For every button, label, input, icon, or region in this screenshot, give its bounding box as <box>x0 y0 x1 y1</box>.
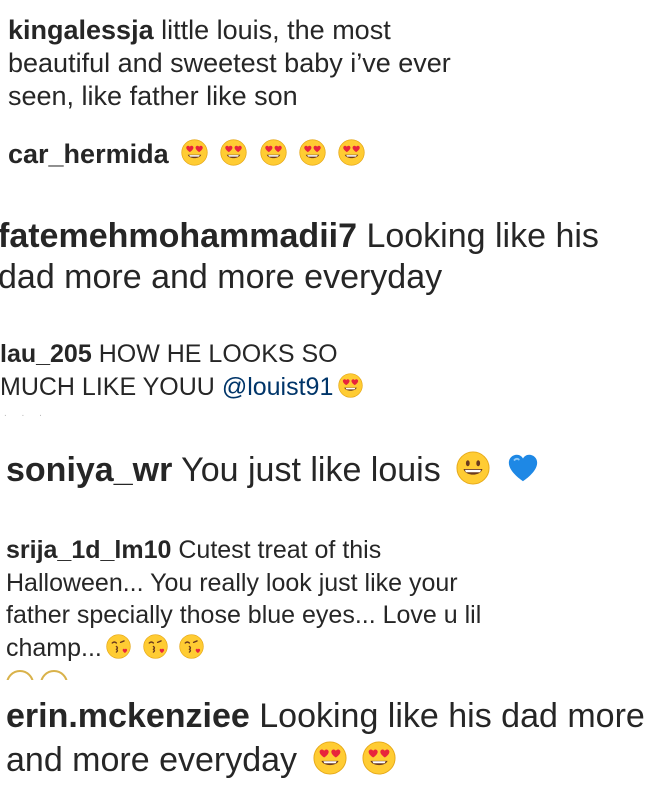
comment-username[interactable]: srija_1d_lm10 <box>6 536 171 564</box>
comment: kingalessja little louis, the most beaut… <box>8 14 468 113</box>
cut-line-dots: . . . <box>4 408 48 419</box>
comment-snippet: erin.mckenziee Looking like his dad more… <box>0 680 660 792</box>
comment: srija_1d_lm10 Cutest treat of this Hallo… <box>6 534 486 664</box>
smiling-face-with-heart-eyes-icon <box>299 139 326 166</box>
comment-username[interactable]: car_hermida <box>8 139 169 169</box>
comment-username[interactable]: lau_205 <box>0 340 92 368</box>
comment: fatemehmohammadii7 Looking like his dad … <box>0 216 658 299</box>
smiling-face-with-heart-eyes-icon <box>362 741 396 775</box>
face-blowing-a-kiss-icon <box>179 634 204 659</box>
face-blowing-a-kiss-icon <box>106 634 131 659</box>
grinning-face-icon <box>456 451 490 485</box>
comment-username[interactable]: kingalessja <box>8 15 154 45</box>
smiling-face-with-heart-eyes-icon <box>313 741 347 775</box>
comment-username[interactable]: erin.mckenziee <box>6 697 250 735</box>
comment-snippet: kingalessja little louis, the most beaut… <box>0 0 660 190</box>
comment-snippet: srija_1d_lm10 Cutest treat of this Hallo… <box>0 520 660 680</box>
comment: soniya_wr You just like louis <box>6 450 656 491</box>
smiling-face-with-heart-eyes-icon <box>338 373 363 398</box>
comment: lau_205 HOW HE LOOKS SO MUCH LIKE YOUU @… <box>0 338 410 403</box>
mention-link[interactable]: @louist91 <box>222 373 334 401</box>
comment-username[interactable]: soniya_wr <box>6 451 172 489</box>
comment-snippet: fatemehmohammadii7 Looking like his dad … <box>0 190 660 310</box>
smiling-face-with-heart-eyes-icon <box>220 139 247 166</box>
emoji-icon <box>6 670 34 680</box>
blue-heart-icon <box>506 451 540 485</box>
cut-off-emoji-row <box>6 670 68 680</box>
comment-snippet: lau_205 HOW HE LOOKS SO MUCH LIKE YOUU @… <box>0 310 660 420</box>
comment-username[interactable]: fatemehmohammadii7 <box>0 217 357 255</box>
comment-snippet: soniya_wr You just like louis <box>0 420 660 520</box>
comment: erin.mckenziee Looking like his dad more… <box>6 694 656 782</box>
emoji-icon <box>40 670 68 680</box>
smiling-face-with-heart-eyes-icon <box>260 139 287 166</box>
face-blowing-a-kiss-icon <box>143 634 168 659</box>
smiling-face-with-heart-eyes-icon <box>181 139 208 166</box>
comment: car_hermida <box>8 138 365 171</box>
smiling-face-with-heart-eyes-icon <box>338 139 365 166</box>
comment-text: You just like louis <box>181 451 441 489</box>
